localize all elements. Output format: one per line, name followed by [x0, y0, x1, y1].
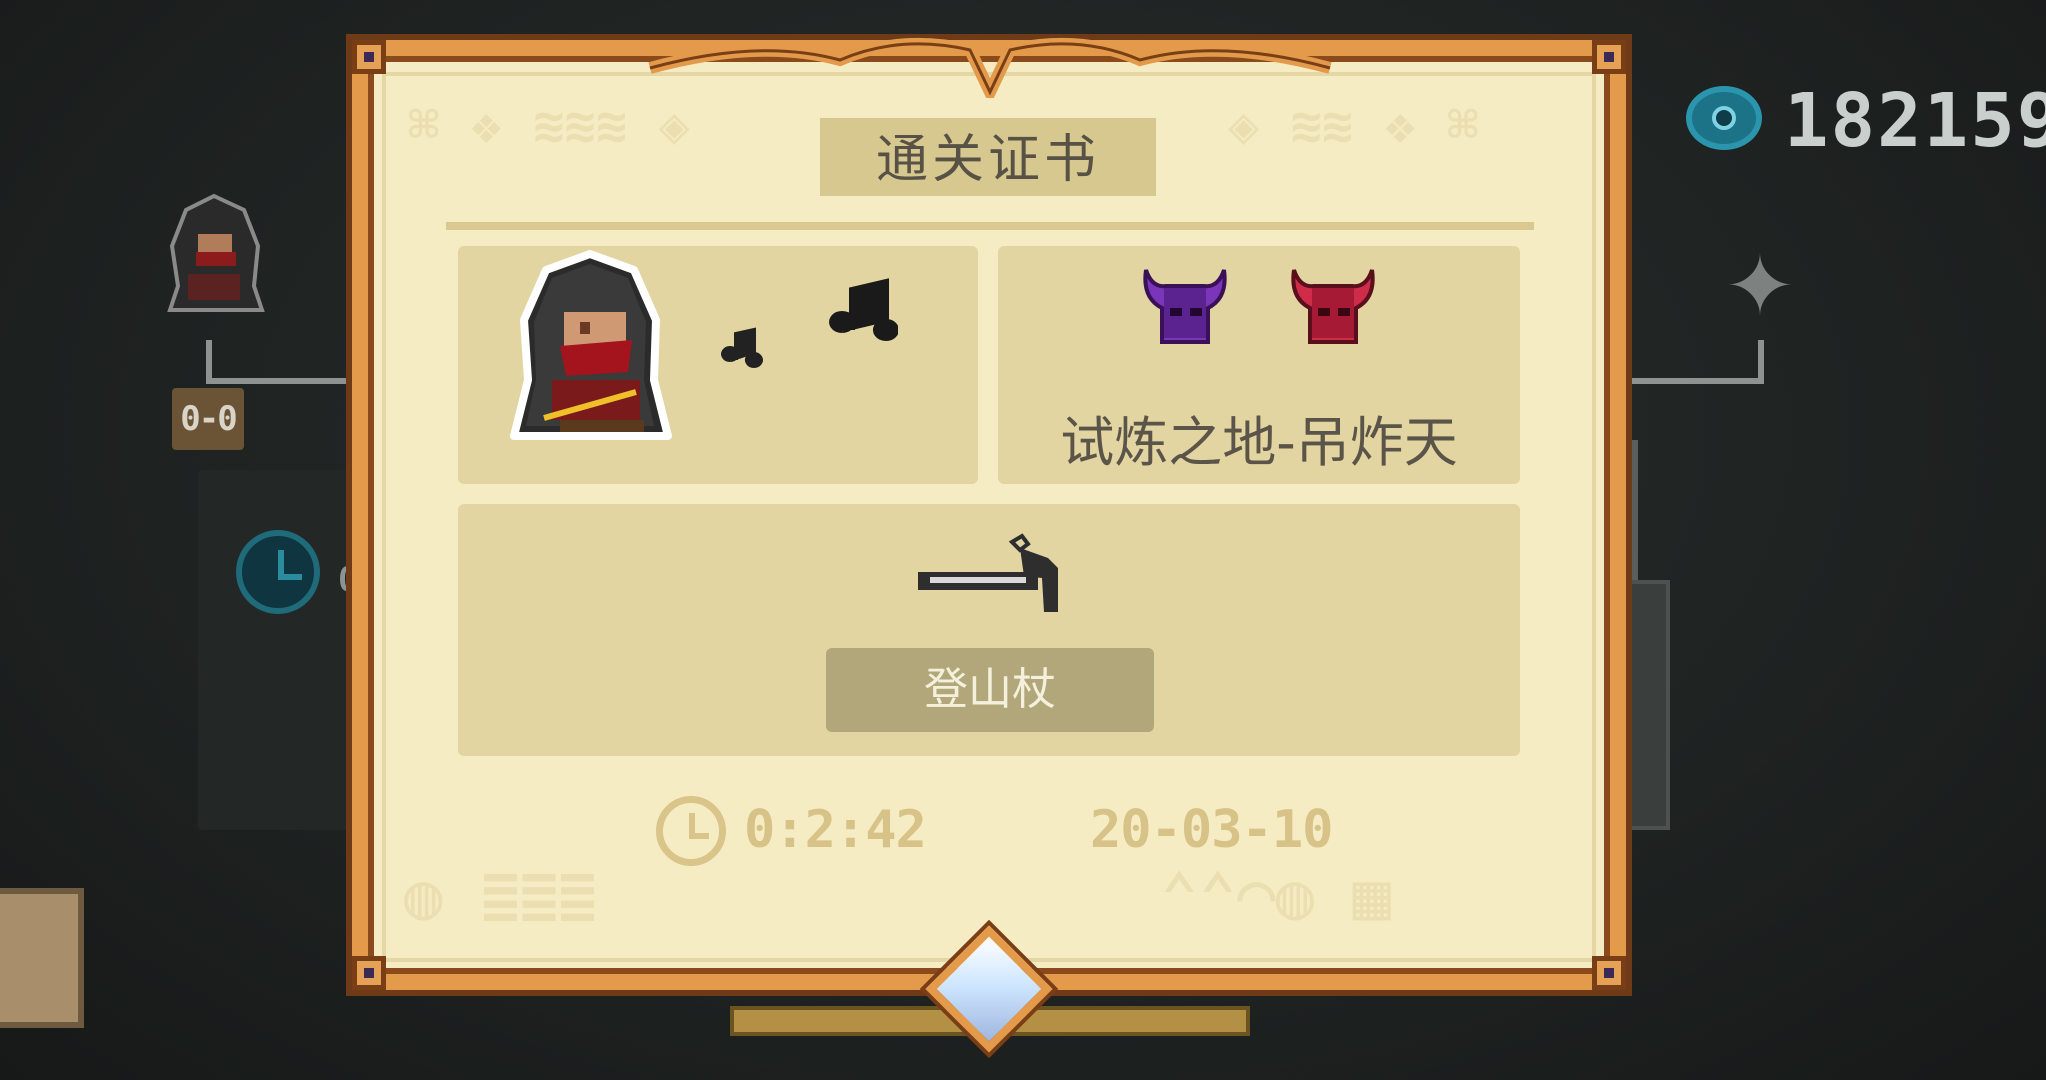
clear-date: 20-03-10 [1090, 800, 1333, 860]
parchment-decoration: ◈ ≋≋ ❖ ⌘ [1228, 96, 1479, 156]
music-note-small-icon [721, 327, 763, 368]
sparkle-icon: ✦ [1724, 237, 1796, 335]
red-demon-helmet-icon [1291, 269, 1375, 344]
clock-icon [656, 796, 726, 866]
purple-demon-helmet-icon [1143, 269, 1227, 344]
climbing-staff-icon [918, 533, 1058, 612]
level-name: 试炼之地-吊炸天 [1060, 411, 1458, 474]
frame-corner-top-right [1592, 40, 1626, 74]
frame-corner-top-left [352, 40, 386, 74]
music-note-large-icon [829, 278, 898, 341]
level-badge: 0-0 [172, 388, 244, 450]
parchment-decoration: ⌃⌃◠◍ ▦ [1160, 860, 1392, 934]
currency-amount: 182159 [1784, 78, 2046, 164]
right-bracket [1618, 340, 1764, 384]
frame-corner-bottom-left [352, 956, 386, 990]
crest-ornament-icon [648, 37, 1332, 98]
clear-time: 0:2:42 [744, 800, 927, 860]
parchment-decoration: ⌘ ❖ ≋≋≋ ◈ [408, 96, 690, 156]
assassin-hero-icon [510, 250, 672, 440]
side-panel [198, 470, 378, 830]
stopwatch-icon [236, 530, 320, 614]
left-bracket [206, 340, 368, 384]
parchment-decoration: ◍ ≣≣≣ [404, 860, 597, 934]
background-hero-icon [167, 193, 265, 312]
certificate-title: 通关证书 [875, 130, 1100, 190]
gem-coin-icon [1686, 86, 1762, 150]
menu-button[interactable] [0, 888, 84, 1028]
frame-corner-bottom-right [1592, 956, 1626, 990]
weapon-name: 登山杖 [826, 648, 1154, 732]
title-divider [446, 222, 1534, 230]
